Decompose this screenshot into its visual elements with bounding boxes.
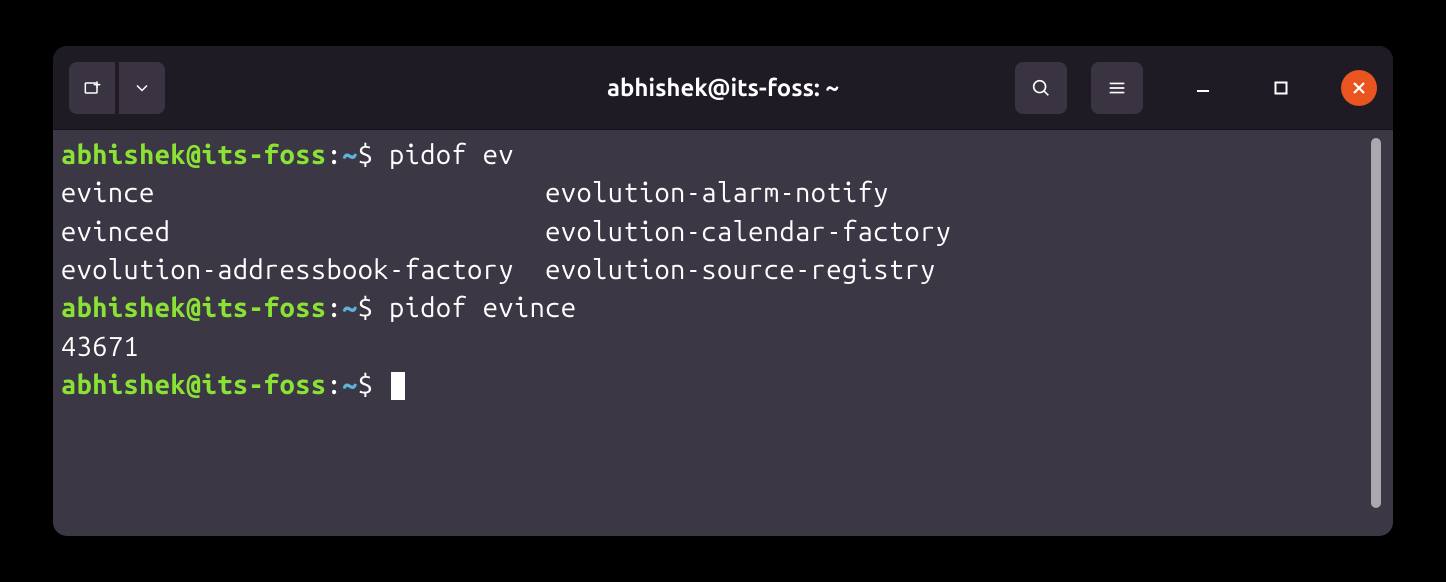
window-controls (1185, 70, 1377, 106)
title-bar: abhishek@its-foss: ~ (53, 46, 1393, 130)
tab-controls (69, 62, 165, 114)
scrollbar[interactable] (1371, 138, 1381, 508)
new-tab-button[interactable] (69, 62, 115, 114)
terminal-window: abhishek@its-foss: ~ abhishek@it (53, 46, 1393, 536)
minimize-button[interactable] (1185, 70, 1221, 106)
tab-menu-button[interactable] (119, 62, 165, 114)
close-button[interactable] (1341, 70, 1377, 106)
search-button[interactable] (1015, 62, 1067, 114)
terminal-content[interactable]: abhishek@its-foss:~$ pidof evevince evol… (61, 136, 1367, 530)
hamburger-menu-button[interactable] (1091, 62, 1143, 114)
window-title: abhishek@its-foss: ~ (607, 74, 839, 101)
terminal-body[interactable]: abhishek@its-foss:~$ pidof evevince evol… (53, 130, 1393, 536)
titlebar-right (1015, 62, 1377, 114)
maximize-button[interactable] (1263, 70, 1299, 106)
